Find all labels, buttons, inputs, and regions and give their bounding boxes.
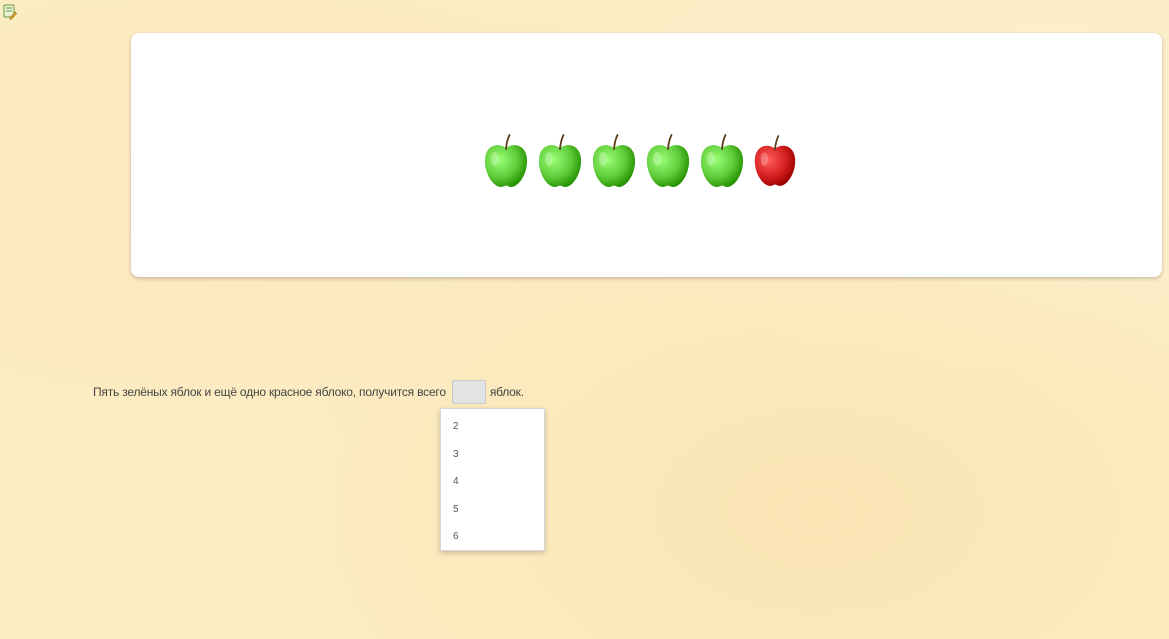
green-apple-icon <box>538 134 582 187</box>
question-text-after: яблок. <box>489 385 524 399</box>
question-sentence: Пять зелёных яблок и ещё одно красное яб… <box>93 380 524 404</box>
dropdown-option[interactable]: 5 <box>441 496 544 524</box>
green-apple-icon <box>592 134 636 187</box>
green-apple-icon <box>484 134 528 187</box>
apple-row <box>482 133 798 189</box>
image-card <box>131 33 1162 277</box>
green-apple-icon <box>700 134 744 187</box>
red-apple-icon <box>754 135 796 186</box>
dropdown-option[interactable]: 2 <box>441 413 544 441</box>
dropdown-option[interactable]: 3 <box>441 441 544 469</box>
edit-document-icon[interactable] <box>3 4 17 20</box>
answer-dropdown: 2 3 4 5 6 <box>440 408 545 551</box>
answer-select[interactable] <box>451 380 486 404</box>
dropdown-option[interactable]: 6 <box>441 523 544 551</box>
green-apple-icon <box>646 134 690 187</box>
question-text-before: Пять зелёных яблок и ещё одно красное яб… <box>93 385 446 399</box>
dropdown-option[interactable]: 4 <box>441 468 544 496</box>
